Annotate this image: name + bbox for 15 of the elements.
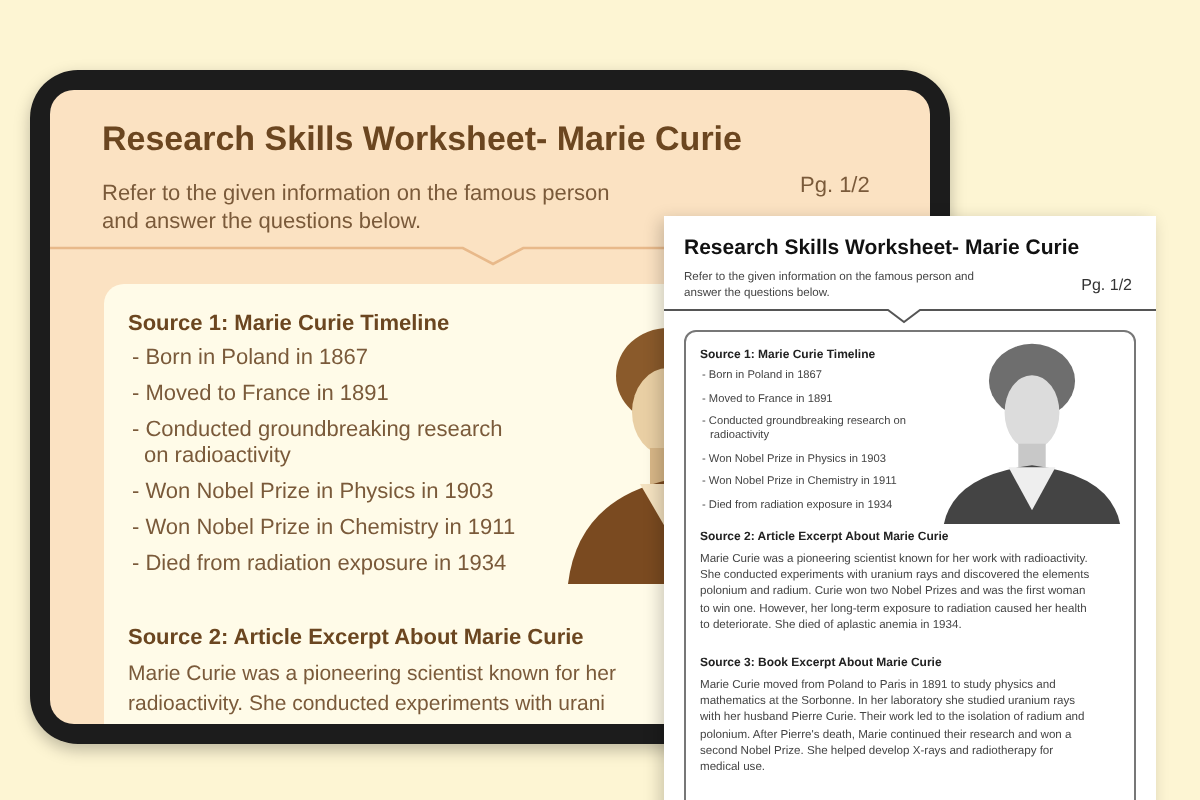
timeline-item: - Conducted groundbreaking research on radioactivity [130,418,505,470]
worksheet-title: Research Skills Worksheet- Marie Curie [684,236,1082,260]
instructions: Refer to the given information on the famous person and answer the questions below. [102,180,612,236]
page-number: Pg. 1/2 [800,174,870,202]
page-number: Pg. 1/2 [1081,276,1132,298]
worksheet-title: Research Skills Worksheet- Marie Curie [102,120,744,160]
excerpt-line: radioactivity. She conducted experiments with urani [128,690,606,720]
timeline-item: - Born in Poland in 1867 [130,346,371,372]
timeline-item: - Won Nobel Prize in Physics in 1903 [130,480,496,506]
source-heading: Source 1: Marie Curie Timeline [128,312,450,336]
source-heading: Source 2: Article Excerpt About Marie Curie [128,626,584,650]
timeline-item: - Won Nobel Prize in Chemistry in 1911 [130,516,518,542]
timeline-item: - Died from radiation exposure in 1934 [130,552,509,578]
excerpt-line: Marie Curie was a pioneering scientist known for her [128,660,616,690]
timeline-item: - Moved to France in 1891 [130,382,391,408]
